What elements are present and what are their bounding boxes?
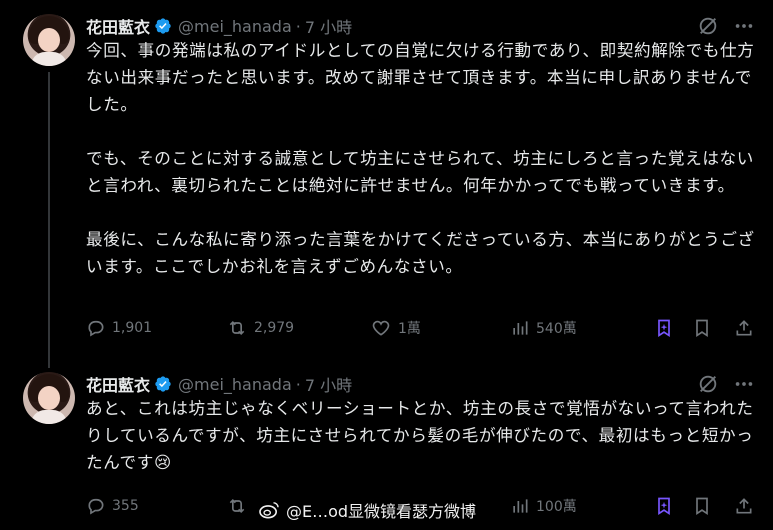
like-count: 1萬 (398, 321, 421, 337)
watermark-text: @E…od显微镜看瑟方微博 (286, 502, 477, 521)
views-count: 100萬 (536, 499, 577, 515)
share-icon (736, 498, 752, 514)
heart-icon (372, 320, 390, 336)
timestamp[interactable]: 7 小時 (305, 14, 352, 38)
reply-icon (88, 320, 104, 337)
more-options-icon[interactable] (733, 373, 755, 395)
bookmark-button[interactable] (692, 495, 718, 517)
reply-count: 355 (112, 498, 139, 514)
share-icon (736, 320, 752, 336)
bookmark-icon (696, 497, 708, 516)
reply-count: 1,901 (112, 320, 153, 336)
tweet-1[interactable]: 花田藍衣 @mei_hanada · 7 小時 今回、事の発端は私のアイドルとし… (0, 0, 773, 368)
share-button[interactable] (734, 317, 760, 339)
timestamp[interactable]: 7 小時 (305, 372, 352, 396)
handle[interactable]: @mei_hanada (178, 375, 292, 394)
reply-button[interactable]: 355 (86, 496, 139, 516)
tweet-text: 今回、事の発端は私のアイドルとしての自覚に欠ける行動であり、即契約解除でも仕方な… (86, 41, 755, 276)
grok-icon[interactable] (697, 373, 719, 395)
grok-sparkle-icon (658, 497, 670, 516)
retweet-count: 2,979 (254, 320, 295, 336)
separator-dot: · (295, 16, 301, 36)
separator-dot: · (295, 374, 301, 394)
handle[interactable]: @mei_hanada (178, 17, 292, 36)
tweet-text: あと、これは坊主じゃなくベリーショートとか、坊主の長さで覚悟がないって言われたり… (86, 399, 754, 472)
reply-button[interactable]: 1,901 (86, 318, 152, 338)
share-button[interactable] (734, 495, 760, 517)
retweet-icon (229, 320, 245, 336)
retweet-button[interactable]: 2,979 (226, 318, 294, 338)
tweet-top-icons (697, 372, 755, 396)
thread-line (48, 72, 50, 368)
grok-explain-button[interactable] (654, 317, 680, 339)
reply-icon (88, 498, 104, 515)
retweet-icon (229, 498, 245, 514)
grok-sparkle-icon (658, 319, 670, 338)
like-button[interactable]: 1萬 (370, 318, 421, 338)
weibo-watermark: @E…od显微镜看瑟方微博 (258, 498, 476, 522)
grok-explain-button[interactable] (654, 495, 680, 517)
views-chart-icon (513, 321, 528, 335)
bookmark-icon (696, 319, 708, 338)
tweet-top-icons (697, 14, 755, 38)
avatar[interactable] (23, 14, 75, 66)
views-button[interactable]: 100萬 (510, 496, 577, 516)
more-options-icon[interactable] (733, 15, 755, 37)
display-name[interactable]: 花田藍衣 (86, 372, 150, 396)
weibo-logo-icon (259, 502, 279, 519)
bookmark-button[interactable] (692, 317, 718, 339)
tweet-header: 花田藍衣 @mei_hanada · 7 小時 (86, 14, 352, 38)
verified-badge-icon (155, 376, 171, 392)
display-name[interactable]: 花田藍衣 (86, 14, 150, 38)
verified-badge-icon (155, 18, 171, 34)
views-chart-icon (513, 499, 528, 513)
avatar[interactable] (23, 372, 75, 424)
retweet-button[interactable] (226, 496, 254, 516)
action-bar: 1,901 2,979 1萬 540萬 (86, 316, 756, 340)
tweet-header: 花田藍衣 @mei_hanada · 7 小時 (86, 372, 352, 396)
views-button[interactable]: 540萬 (510, 318, 577, 338)
views-count: 540萬 (536, 321, 577, 337)
grok-icon[interactable] (697, 15, 719, 37)
